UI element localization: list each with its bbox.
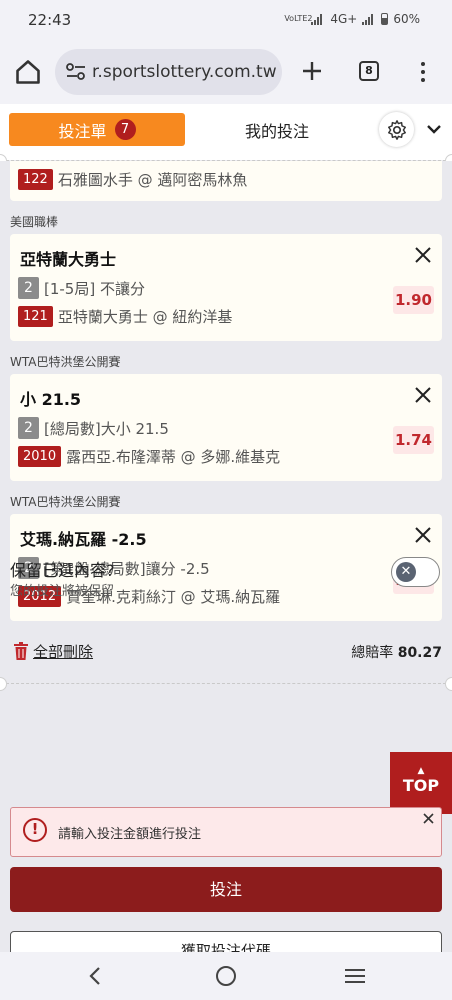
- game-row: 121 亞特蘭大勇士 @ 紐約洋基: [18, 306, 232, 327]
- total-odds: 總賠率 80.27: [351, 642, 442, 662]
- new-tab-icon[interactable]: [301, 60, 323, 82]
- back-to-top-button[interactable]: ▲ TOP: [390, 752, 452, 814]
- matchup-text: 石雅圖水手 @ 邁阿密馬林魚: [57, 171, 248, 189]
- market-row: 2 [1-5局] 不讓分: [18, 277, 145, 299]
- game-code: 122: [18, 169, 53, 190]
- divider: [6, 683, 446, 684]
- line-number: 2: [18, 277, 39, 299]
- matchup-text: 亞特蘭大勇士 @ 紐約洋基: [57, 308, 233, 326]
- toggle-off-icon: ✕: [396, 562, 416, 582]
- betslip-count-badge: 7: [114, 119, 136, 140]
- bet-card: 小 21.5 2 [總局數]大小 21.5 1.74 2010 露西亞.布隆澤蒂…: [10, 374, 442, 481]
- browser-toolbar: r.sportslottery.com.tw 8: [0, 40, 452, 104]
- game-code: 121: [18, 306, 53, 327]
- top-label: TOP: [402, 776, 440, 795]
- ticket-notch-right: [445, 677, 452, 691]
- league-label: WTA巴特洪堡公開賽: [10, 355, 121, 369]
- line-number: 2: [18, 417, 39, 439]
- trash-icon[interactable]: [13, 642, 29, 660]
- market-text: [總局數]大小 21.5: [44, 419, 169, 438]
- status-time: 22:43: [28, 11, 72, 29]
- league-label: 美國職棒: [10, 215, 59, 229]
- settings-button[interactable]: [379, 112, 414, 147]
- tab-betslip-label: 投注單: [58, 121, 107, 141]
- alert-icon: !: [23, 818, 47, 842]
- back-icon[interactable]: [86, 966, 104, 986]
- betslip-header: 投注單 7 我的投注: [0, 104, 452, 160]
- chevron-down-icon[interactable]: [425, 120, 443, 138]
- selection-title: 小 21.5: [20, 390, 82, 409]
- gear-icon: [387, 119, 406, 140]
- address-bar[interactable]: r.sportslottery.com.tw: [55, 49, 282, 95]
- odds-value: 1.74: [393, 426, 434, 454]
- keep-selection-subtitle: 您的投注將被保留: [10, 584, 115, 599]
- game-code: 2010: [18, 446, 62, 467]
- volte-label: VoLTE2: [284, 14, 313, 23]
- betslip-list: 122 石雅圖水手 @ 邁阿密馬林魚 美國職棒 亞特蘭大勇士 2 [1-5局] …: [0, 161, 452, 801]
- url-text: r.sportslottery.com.tw: [92, 62, 277, 82]
- warning-banner: ! 請輸入投注金額進行投注: [10, 807, 442, 857]
- status-bar: 22:43 VoLTE2 4G+ 60%: [0, 0, 452, 40]
- close-icon[interactable]: [414, 386, 432, 404]
- selection-title: 亞特蘭大勇士: [20, 250, 117, 269]
- network-type-label: 4G+: [330, 12, 358, 26]
- total-odds-label: 總賠率: [351, 645, 394, 661]
- site-settings-icon[interactable]: [66, 63, 86, 81]
- warning-text: 請輸入投注金額進行投注: [58, 827, 202, 842]
- status-icons: VoLTE2 4G+ 60%: [284, 12, 420, 26]
- signal-icon-2: [362, 13, 376, 25]
- place-bet-button[interactable]: 投注: [10, 867, 442, 912]
- home-icon[interactable]: [14, 58, 42, 86]
- close-icon[interactable]: [423, 813, 434, 824]
- delete-all-link[interactable]: 全部刪除: [33, 641, 93, 662]
- battery-icon: [381, 13, 389, 25]
- matchup-text: 露西亞.布隆澤蒂 @ 多娜.維基克: [66, 448, 281, 466]
- recents-icon[interactable]: [345, 968, 365, 984]
- partial-game-row: 122 石雅圖水手 @ 邁阿密馬林魚: [18, 169, 247, 190]
- system-nav-bar: [0, 952, 452, 1000]
- bet-card-partial: 122 石雅圖水手 @ 邁阿密馬林魚: [10, 161, 442, 201]
- ticket-notch-left: [0, 677, 7, 691]
- tab-my-bets[interactable]: 我的投注: [203, 113, 351, 146]
- selection-title: 艾瑪.納瓦羅 -2.5: [20, 530, 147, 549]
- market-text: [1-5局] 不讓分: [44, 279, 145, 298]
- keep-selection-toggle[interactable]: ✕: [391, 557, 440, 587]
- more-menu-icon[interactable]: [419, 60, 427, 84]
- close-icon[interactable]: [414, 526, 432, 544]
- league-label: WTA巴特洪堡公開賽: [10, 495, 121, 509]
- game-row: 2010 露西亞.布隆澤蒂 @ 多娜.維基克: [18, 446, 280, 467]
- home-circle-icon[interactable]: [216, 966, 236, 986]
- tab-switcher-button[interactable]: 8: [359, 61, 379, 81]
- battery-percent: 60%: [393, 12, 420, 26]
- total-odds-value: 80.27: [397, 645, 442, 661]
- odds-value: 1.90: [393, 286, 434, 314]
- arrow-up-icon: ▲: [417, 766, 425, 776]
- tab-betslip[interactable]: 投注單 7: [9, 113, 185, 146]
- market-row: 2 [總局數]大小 21.5: [18, 417, 169, 439]
- close-icon[interactable]: [414, 246, 432, 264]
- bet-card: 亞特蘭大勇士 2 [1-5局] 不讓分 1.90 121 亞特蘭大勇士 @ 紐約…: [10, 234, 442, 341]
- delete-row: 全部刪除 總賠率 80.27: [0, 639, 452, 669]
- keep-selection-title: 保留已選內容?: [10, 561, 115, 580]
- signal-icon: [311, 13, 325, 25]
